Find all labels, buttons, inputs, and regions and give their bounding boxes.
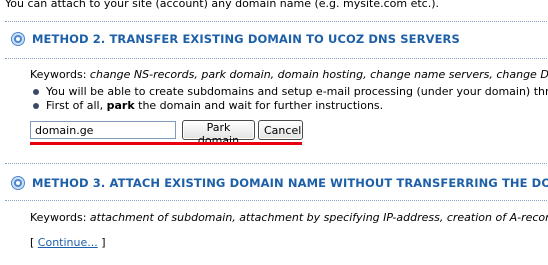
red-highlight-underline — [30, 142, 302, 145]
bullet-suffix: the domain and wait for further instruct… — [134, 99, 384, 112]
method2-heading: METHOD 2. TRANSFER EXISTING DOMAIN TO UC… — [12, 32, 460, 46]
keywords-values: attachment of subdomain, attachment by s… — [89, 211, 548, 224]
method2-title: METHOD 2. TRANSFER EXISTING DOMAIN TO UC… — [32, 32, 460, 46]
bullet-bold: park — [106, 99, 135, 112]
list-item: You will be able to create subdomains an… — [30, 85, 548, 99]
keywords-values: change NS-records, park domain, domain h… — [89, 68, 548, 81]
list-item: First of all, park the domain and wait f… — [30, 99, 548, 113]
continue-link[interactable]: Continue... — [38, 236, 98, 249]
method3-title: METHOD 3. ATTACH EXISTING DOMAIN NAME WI… — [32, 176, 548, 190]
continue-bracket-open: [ — [30, 236, 38, 249]
method3-heading: METHOD 3. ATTACH EXISTING DOMAIN NAME WI… — [12, 176, 548, 190]
circle-bullet-icon — [12, 33, 24, 45]
separator-method3 — [5, 200, 548, 201]
keywords-label: Keywords: — [30, 68, 87, 81]
separator-method2 — [5, 58, 548, 59]
keywords-label: Keywords: — [30, 211, 87, 224]
separator-method3-top — [5, 163, 548, 164]
intro-text: You can attach to your site (account) an… — [5, 0, 440, 10]
continue-wrapper: [ Continue... ] — [30, 236, 106, 249]
bullet-text: You will be able to create subdomains an… — [46, 85, 548, 98]
separator-top — [5, 21, 548, 22]
continue-bracket-close: ] — [97, 236, 106, 249]
method3-keywords: Keywords: attachment of subdomain, attac… — [30, 211, 548, 224]
method2-bullet-list: You will be able to create subdomains an… — [30, 85, 548, 113]
method2-keywords: Keywords: change NS-records, park domain… — [30, 68, 548, 81]
cancel-button[interactable]: Cancel — [258, 120, 303, 140]
domain-attach-page: You can attach to your site (account) an… — [0, 0, 548, 265]
park-domain-button[interactable]: Park domain — [182, 120, 255, 147]
circle-bullet-icon — [12, 177, 24, 189]
bullet-prefix: First of all, — [46, 99, 107, 112]
domain-input[interactable] — [30, 121, 176, 139]
